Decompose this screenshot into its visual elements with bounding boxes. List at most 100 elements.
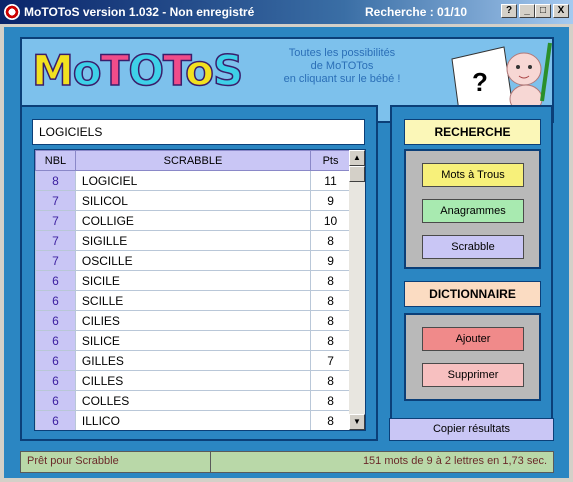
cell-word: CILIES: [74, 310, 312, 331]
table-row[interactable]: 6 SICILE 8: [35, 270, 351, 291]
cell-word: SILICOL: [74, 190, 312, 211]
status-bar: Prêt pour Scrabble 151 mots de 9 à 2 let…: [20, 451, 554, 473]
cell-nbl: 6: [35, 350, 76, 371]
cell-word: SIGILLE: [74, 230, 312, 251]
cell-pts: 8: [310, 410, 351, 430]
cell-nbl: 7: [35, 190, 76, 211]
window-title: MoTOToS version 1.032 - Non enregistré: [24, 5, 255, 19]
mototos-logo: MoTOToS: [31, 45, 244, 97]
results-grid: NBL SCRABBLE Pts 8 LOGICIEL 11 7 SILICOL 9 7 CO…: [34, 149, 366, 431]
table-row[interactable]: 6 ILLICO 8: [35, 410, 351, 430]
logo-letter: S: [212, 45, 244, 96]
cell-nbl: 7: [35, 210, 76, 231]
tagline-line-1: Toutes les possibilités: [288, 47, 396, 59]
status-result-summary: 151 mots de 9 à 2 lettres en 1,73 sec.: [362, 455, 547, 467]
help-button[interactable]: ?: [501, 4, 517, 18]
anagrammes-button[interactable]: Anagrammes: [422, 199, 524, 223]
cell-pts: 8: [310, 290, 351, 311]
mots-a-trous-button[interactable]: Mots à Trous: [422, 163, 524, 187]
cell-word: CILLES: [74, 370, 312, 391]
cell-pts: 8: [310, 390, 351, 411]
cell-word: SCILLE: [74, 290, 312, 311]
results-table: NBL SCRABBLE Pts 8 LOGICIEL 11 7 SILICOL 9 7 CO…: [35, 150, 351, 430]
copy-results-button[interactable]: Copier résultats: [389, 418, 554, 441]
table-row[interactable]: 8 LOGICIEL 11: [35, 170, 351, 191]
maximize-button[interactable]: □: [535, 4, 551, 18]
cell-pts: 8: [310, 370, 351, 391]
sign-question-mark: ?: [472, 67, 488, 97]
cell-nbl: 6: [35, 310, 76, 331]
dictionnaire-title: DICTIONNAIRE: [404, 281, 541, 307]
logo-letter: o: [184, 45, 214, 96]
cell-word: COLLIGE: [74, 210, 312, 231]
table-row[interactable]: 6 SILICE 8: [35, 330, 351, 351]
table-header-row: NBL SCRABBLE Pts: [35, 150, 351, 171]
cell-nbl: 7: [35, 230, 76, 251]
table-row[interactable]: 7 SILICOL 9: [35, 190, 351, 211]
tagline-line-3: en cliquant sur le bébé !: [283, 73, 401, 85]
cell-word: COLLES: [74, 390, 312, 411]
search-input[interactable]: LOGICIELS: [32, 119, 365, 145]
scroll-thumb[interactable]: [349, 166, 365, 182]
logo-letter: M: [31, 45, 74, 96]
minimize-button[interactable]: _: [519, 4, 535, 18]
cell-nbl: 6: [35, 370, 76, 391]
cell-pts: 11: [310, 170, 351, 191]
cell-word: ILLICO: [74, 410, 312, 430]
ajouter-button[interactable]: Ajouter: [422, 327, 524, 351]
cell-word: LOGICIEL: [74, 170, 312, 191]
scroll-down-icon[interactable]: ▼: [349, 414, 365, 430]
table-row[interactable]: 7 COLLIGE 10: [35, 210, 351, 231]
cell-word: SICILE: [74, 270, 312, 291]
cell-pts: 9: [310, 190, 351, 211]
table-row[interactable]: 6 CILIES 8: [35, 310, 351, 331]
table-row[interactable]: 7 SIGILLE 8: [35, 230, 351, 251]
cell-pts: 8: [310, 270, 351, 291]
search-counter: Recherche : 01/10: [365, 5, 468, 19]
cell-pts: 8: [310, 310, 351, 331]
status-message: Prêt pour Scrabble: [21, 452, 211, 472]
cell-word: SILICE: [74, 330, 312, 351]
close-button[interactable]: X: [553, 4, 569, 18]
cell-nbl: 8: [35, 170, 76, 191]
tagline-line-2: de MoTOTos: [310, 60, 374, 72]
main-area: MoTOToS Toutes les possibilités de MoTOT…: [4, 27, 569, 478]
cell-nbl: 6: [35, 330, 76, 351]
tagline: Toutes les possibilités de MoTOTos en cl…: [257, 47, 427, 86]
scroll-up-icon[interactable]: ▲: [349, 150, 365, 166]
cell-pts: 7: [310, 350, 351, 371]
logo-letter: O: [128, 45, 165, 96]
table-row[interactable]: 6 GILLES 7: [35, 350, 351, 371]
scrabble-button[interactable]: Scrabble: [422, 235, 524, 259]
table-row[interactable]: 6 SCILLE 8: [35, 290, 351, 311]
cell-nbl: 6: [35, 390, 76, 411]
vertical-scrollbar[interactable]: ▲ ▼: [349, 150, 365, 430]
supprimer-button[interactable]: Supprimer: [422, 363, 524, 387]
title-bar: MoTOToS version 1.032 - Non enregistré R…: [0, 0, 573, 24]
actions-panel: RECHERCHE Mots à Trous Anagrammes Scrabb…: [390, 105, 553, 441]
table-row[interactable]: 6 COLLES 8: [35, 390, 351, 411]
cell-nbl: 7: [35, 250, 76, 271]
cell-pts: 8: [310, 230, 351, 251]
column-header-nbl[interactable]: NBL: [35, 150, 76, 171]
recherche-button-group: Mots à Trous Anagrammes Scrabble: [404, 149, 541, 269]
results-panel: LOGICIELS NBL SCRABBLE Pts 8 LOGICIEL 11 7 S…: [20, 105, 378, 441]
cell-word: OSCILLE: [74, 250, 312, 271]
cell-pts: 10: [310, 210, 351, 231]
cell-pts: 9: [310, 250, 351, 271]
cell-nbl: 6: [35, 290, 76, 311]
cell-nbl: 6: [35, 410, 76, 430]
cell-pts: 8: [310, 330, 351, 351]
logo-letter: T: [100, 45, 130, 96]
cell-word: GILLES: [74, 350, 312, 371]
cell-nbl: 6: [35, 270, 76, 291]
app-icon[interactable]: [4, 4, 20, 20]
table-row[interactable]: 6 CILLES 8: [35, 370, 351, 391]
column-header-scrabble[interactable]: SCRABBLE: [74, 150, 312, 171]
logo-letter: T: [162, 45, 187, 96]
recherche-title: RECHERCHE: [404, 119, 541, 145]
table-row[interactable]: 7 OSCILLE 9: [35, 250, 351, 271]
logo-letter: o: [72, 45, 102, 96]
column-header-pts[interactable]: Pts: [310, 150, 351, 171]
dictionnaire-button-group: Ajouter Supprimer: [404, 313, 541, 401]
